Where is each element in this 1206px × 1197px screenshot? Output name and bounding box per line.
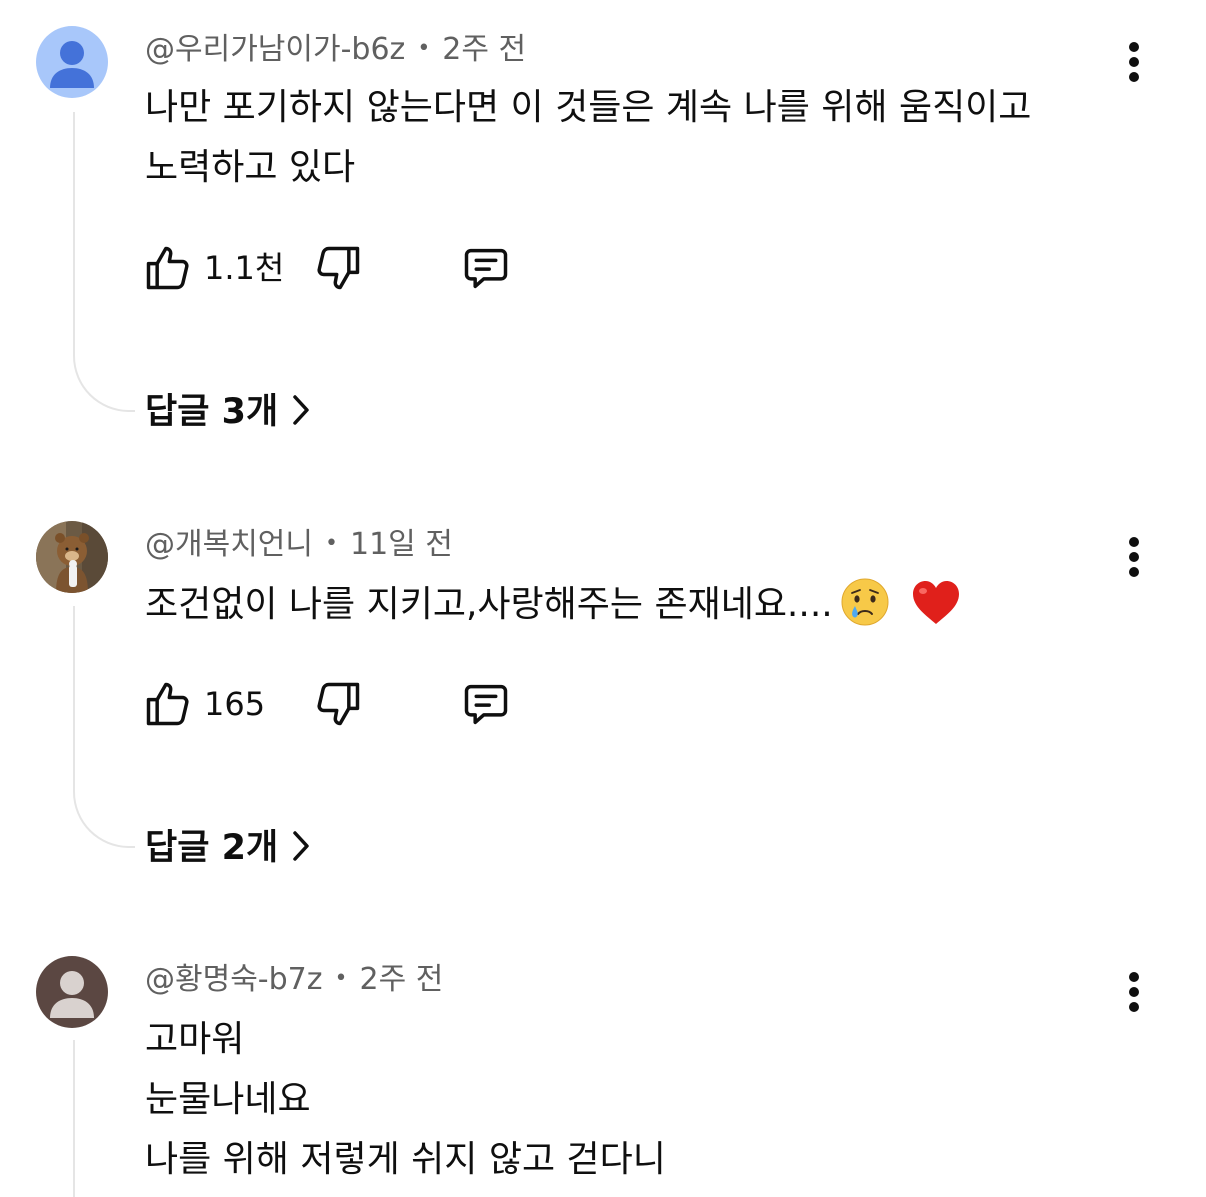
like-count: 1.1천: [204, 249, 285, 287]
like-count: 165: [204, 685, 266, 723]
thumbs-down-icon: [317, 246, 360, 290]
comment-text: 고마워 눈물나네요 나를 위해 저렇게 쉬지 않고 걷다니: [145, 1010, 1125, 1190]
reply-button[interactable]: [460, 676, 516, 732]
comment-text-line: 나를 위해 저렇게 쉬지 않고 걷다니: [145, 1139, 666, 1180]
meta-separator: •: [417, 36, 431, 61]
more-vert-icon: [1129, 42, 1139, 52]
bear-avatar-photo: [36, 521, 108, 593]
view-replies-button[interactable]: 답글 2개: [145, 826, 312, 870]
red-heart-icon: [912, 581, 959, 624]
replies-label: 답글 3개: [145, 392, 279, 432]
avatar[interactable]: [36, 26, 108, 98]
comment-time[interactable]: 2주 전: [442, 32, 526, 67]
crying-face-icon: [841, 578, 889, 626]
reply-thread-line: [73, 1040, 135, 1197]
comment-author[interactable]: @개복치언니: [145, 527, 313, 562]
comment-icon: [464, 248, 508, 289]
comment-meta: @황명숙-b7z • 2주 전: [145, 961, 443, 998]
avatar[interactable]: [36, 521, 108, 593]
dislike-button[interactable]: [312, 676, 368, 732]
default-avatar-icon: [36, 26, 108, 98]
meta-separator: •: [334, 966, 348, 991]
chevron-right-icon: [293, 831, 309, 861]
more-options-button[interactable]: [1118, 535, 1150, 579]
comment-text-line: 고마워: [145, 1019, 245, 1060]
thumbs-down-icon: [317, 682, 360, 726]
comment-time[interactable]: 2주 전: [360, 962, 444, 997]
like-button[interactable]: 1.1천: [142, 240, 285, 296]
comment-item: @우리가남이가-b6z • 2주 전 나만 포기하지 않는다면 이 것들은 계속 나…: [0, 0, 1206, 480]
comment-icon: [464, 684, 508, 725]
more-options-button[interactable]: [1118, 970, 1150, 1014]
chevron-right-icon: [293, 395, 309, 425]
default-avatar-icon: [36, 956, 108, 1028]
comment-text-line: 나만 포기하지 않는다면 이 것들은 계속 나를 위해 움직이고: [145, 87, 1032, 128]
thumbs-up-icon: [146, 682, 189, 726]
comment-meta: @개복치언니 • 11일 전: [145, 526, 453, 563]
view-replies-button[interactable]: 답글 3개: [145, 390, 312, 434]
dislike-button[interactable]: [312, 240, 368, 296]
reply-thread-line: [73, 606, 135, 848]
comment-meta: @우리가남이가-b6z • 2주 전: [145, 31, 526, 68]
comment-text: 나만 포기하지 않는다면 이 것들은 계속 나를 위해 움직이고 노력하고 있다: [145, 78, 1125, 198]
comment-text-line: 눈물나네요: [145, 1079, 311, 1120]
reply-thread-line: [73, 112, 135, 412]
more-vert-icon: [1129, 537, 1139, 547]
thumbs-up-icon: [146, 246, 189, 290]
like-button[interactable]: 165: [142, 676, 282, 732]
comment-text-line: 노력하고 있다: [145, 147, 356, 188]
meta-separator: •: [325, 531, 338, 556]
reply-button[interactable]: [460, 240, 516, 296]
comment-text-content: 조건없이 나를 지키고,사랑해주는 존재네요....: [145, 584, 833, 625]
comment-author[interactable]: @우리가남이가-b6z: [145, 32, 405, 67]
comment-item: @황명숙-b7z • 2주 전 고마워 눈물나네요 나를 위해 저렇게 쉬지 않고 …: [0, 0, 1206, 1197]
replies-label: 답글 2개: [145, 828, 279, 868]
comment-text-line: 조건없이 나를 지키고,사랑해주는 존재네요....: [145, 575, 1125, 635]
comment-text: 조건없이 나를 지키고,사랑해주는 존재네요....: [145, 575, 1125, 635]
avatar[interactable]: [36, 956, 108, 1028]
comment-time[interactable]: 11일 전: [350, 527, 453, 562]
comment-author[interactable]: @황명숙-b7z: [145, 962, 323, 997]
comment-actions: 165: [142, 676, 542, 732]
more-vert-icon: [1129, 972, 1139, 982]
comment-actions: 1.1천: [142, 240, 542, 296]
